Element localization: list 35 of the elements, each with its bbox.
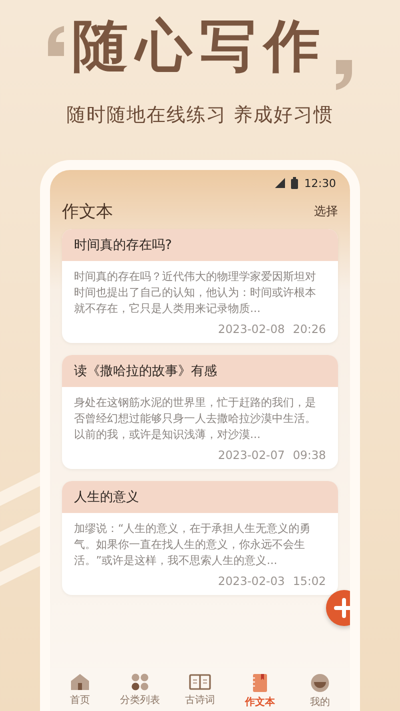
status-time: 12:30 — [304, 176, 336, 190]
essay-card[interactable]: 时间真的存在吗? 时间真的存在吗？近代伟大的物理学家爱因斯坦对时间也提出了自己的认知，他认为：时间或许根本就不存在，它只是人类用来记录物质... 2023-02-08 20:26 — [62, 229, 338, 343]
essay-date: 2023-02-08 — [218, 322, 285, 336]
plus-icon — [334, 598, 350, 618]
essay-card[interactable]: 读《撒哈拉的故事》有感 身处在这钢筋水泥的世界里，忙于赶路的我们，是否曾经幻想过能够只身一人去撒哈拉沙漠中生活。以前的我，或许是知识浅薄，对沙漠... 2023-02-07 09:38 — [62, 355, 338, 469]
essay-title: 人生的意义 — [62, 481, 338, 513]
essay-time: 09:38 — [292, 448, 326, 462]
page-title: 作文本 — [62, 201, 113, 223]
nav-tab[interactable]: 古诗词 — [172, 673, 228, 709]
home-icon — [70, 673, 90, 691]
nav-tab[interactable]: 作文本 — [232, 673, 288, 709]
essay-title: 时间真的存在吗? — [62, 229, 338, 261]
essay-date: 2023-02-07 — [218, 448, 285, 462]
essay-excerpt: 时间真的存在吗？近代伟大的物理学家爱因斯坦对时间也提出了自己的认知，他认为：时间或许根本就不存在，它只是人类用来记录物质... — [73, 269, 317, 317]
book-icon — [189, 673, 211, 691]
essay-card[interactable]: 人生的意义 加缪说：“人生的意义，在于承担人生无意义的勇气。如果你一直在找人生的意义，你永远不会生活。”或许是这样，我不思索人生的意义... 2023-02-03 15:02 — [62, 481, 338, 595]
essay-time: 15:02 — [292, 574, 326, 588]
select-link[interactable]: 选择 — [314, 203, 338, 220]
nav-tab[interactable]: 首页 — [52, 673, 108, 709]
essay-title: 读《撒哈拉的故事》有感 — [62, 355, 338, 387]
notebook-icon — [252, 673, 268, 693]
headline: 随心写作 — [72, 16, 328, 78]
essay-time: 20:26 — [292, 322, 326, 336]
quote-icon — [334, 58, 354, 92]
essay-date: 2023-02-03 — [218, 574, 285, 588]
smiley-icon — [310, 673, 330, 693]
battery-icon — [291, 177, 298, 189]
subtitle: 随时随地在线练习 养成好习惯 — [66, 103, 334, 128]
grid-icon — [131, 673, 149, 691]
nav-tab[interactable]: 分类列表 — [112, 673, 168, 709]
essay-excerpt: 加缪说：“人生的意义，在于承担人生无意义的勇气。如果你一直在找人生的意义，你永远不会生活。”或许是这样，我不思索人生的意义... — [73, 521, 312, 569]
quote-icon — [46, 24, 66, 58]
signal-icon — [275, 178, 286, 188]
essay-excerpt: 身处在这钢筋水泥的世界里，忙于赶路的我们，是否曾经幻想过能够只身一人去撒哈拉沙漠中生活。以前的我，或许是知识浅薄，对沙漠... — [73, 395, 317, 443]
nav-tab[interactable]: 我的 — [292, 673, 348, 709]
